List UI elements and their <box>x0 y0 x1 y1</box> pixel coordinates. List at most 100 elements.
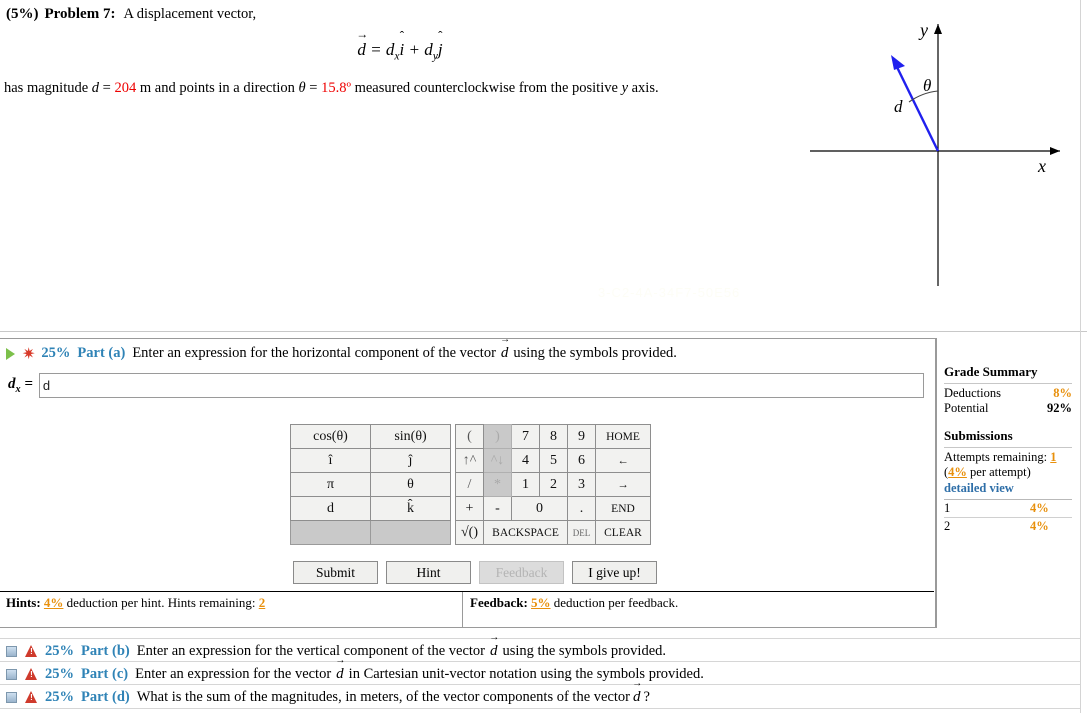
answer-input[interactable] <box>38 373 924 398</box>
figure-x-label: x <box>1037 156 1046 176</box>
key-arrow-right[interactable]: → <box>595 472 651 497</box>
problem-number: Problem 7: <box>44 6 116 22</box>
key-end[interactable]: END <box>595 496 651 521</box>
submission-deduction: 4% <box>1030 499 1072 518</box>
part-d-percent: 25% <box>45 688 74 705</box>
key-9[interactable]: 9 <box>567 424 596 449</box>
part-b-row[interactable]: 25% Part (b) Enter an expression for the… <box>0 640 1080 662</box>
symbol-keypad: cos(θ) sin(θ) î ĵ π θ d k̂ () 7 8 9 HOM… <box>290 424 651 545</box>
key-sqrt[interactable]: √() <box>455 520 484 545</box>
grade-spacer <box>944 416 1072 428</box>
i-hat: i <box>400 40 405 60</box>
feedback-button: Feedback <box>479 561 564 584</box>
key-3[interactable]: 3 <box>567 472 596 497</box>
part-d-row[interactable]: 25% Part (d) What is the sum of the magn… <box>0 686 1080 708</box>
grade-summary-panel: Grade Summary Deductions 8% Potential 92… <box>944 364 1072 535</box>
key-theta[interactable]: θ <box>370 472 451 497</box>
key-5[interactable]: 5 <box>539 448 568 473</box>
key-cos-theta[interactable]: cos(θ) <box>290 424 371 449</box>
keypad-row <box>290 520 451 545</box>
key-power-up[interactable]: ↑^ <box>455 448 484 473</box>
part-c-vector-symbol: d <box>335 666 345 683</box>
watermark-text: 3-C2-4A-34F7-50E56 <box>598 285 741 300</box>
keypad-row: î ĵ <box>290 448 451 473</box>
action-buttons: Submit Hint Feedback I give up! <box>293 561 657 584</box>
line2-equals-2: = <box>309 80 318 96</box>
per-attempt-row: (4% per attempt) <box>944 465 1072 480</box>
expand-square-icon[interactable] <box>6 645 17 657</box>
key-del[interactable]: DEL <box>567 520 596 545</box>
submission-deduction: 4% <box>1030 517 1072 535</box>
key-4[interactable]: 4 <box>511 448 540 473</box>
submit-button[interactable]: Submit <box>293 561 378 584</box>
key-power-down: ^↓ <box>483 448 512 473</box>
key-7[interactable]: 7 <box>511 424 540 449</box>
keypad-row: + - 0 . END <box>455 496 651 521</box>
hints-text: deduction per hint. Hints remaining: <box>66 595 256 610</box>
key-blank-left <box>290 520 371 545</box>
submissions-rule <box>944 447 1072 448</box>
submission-number: 1 <box>944 499 1030 518</box>
key-paren-open[interactable]: ( <box>455 424 484 449</box>
key-minus[interactable]: - <box>483 496 512 521</box>
key-i-hat[interactable]: î <box>290 448 371 473</box>
key-divide[interactable]: / <box>455 472 484 497</box>
key-6[interactable]: 6 <box>567 448 596 473</box>
key-decimal-point[interactable]: . <box>567 496 596 521</box>
key-arrow-left[interactable]: ← <box>595 448 651 473</box>
give-up-button[interactable]: I give up! <box>572 561 657 584</box>
part-a-header: ✷ 25% Part (a) Enter an expression for t… <box>6 345 677 362</box>
key-clear[interactable]: CLEAR <box>595 520 651 545</box>
figure-d-label: d <box>894 97 903 116</box>
potential-value: 92% <box>1047 401 1072 415</box>
line2-mid: m and points in a direction <box>139 80 295 96</box>
submission-number: 2 <box>944 517 1030 535</box>
key-0[interactable]: 0 <box>511 496 568 521</box>
line2-d-symbol: d <box>91 80 100 96</box>
j-hat: j <box>438 40 443 60</box>
part-b-prompt-after: using the symbols provided. <box>502 642 667 659</box>
attempts-label: Attempts remaining: <box>944 450 1048 464</box>
per-attempt-text: per attempt) <box>970 465 1031 479</box>
key-paren-close: ) <box>483 424 512 449</box>
key-backspace[interactable]: BACKSPACE <box>483 520 568 545</box>
warning-triangle-icon <box>25 668 38 681</box>
part-c-percent: 25% <box>45 665 74 682</box>
feedback-text: deduction per feedback. <box>553 595 679 610</box>
figure-y-label: y <box>918 20 928 40</box>
part-c-row[interactable]: 25% Part (c) Enter an expression for the… <box>0 663 1080 685</box>
hint-button[interactable]: Hint <box>386 561 471 584</box>
expand-square-icon[interactable] <box>6 691 17 703</box>
attempts-value: 1 <box>1050 450 1057 464</box>
expand-square-icon[interactable] <box>6 668 17 680</box>
key-1[interactable]: 1 <box>511 472 540 497</box>
part-a-prompt-after: using the symbols provided. <box>513 345 677 361</box>
key-home[interactable]: HOME <box>595 424 651 449</box>
problem-statement-line2: has magnitude d = 204 m and points in a … <box>4 80 659 97</box>
key-sin-theta[interactable]: sin(θ) <box>370 424 451 449</box>
line2-pre: has magnitude <box>4 80 89 96</box>
line2-end: axis. <box>631 80 659 96</box>
detailed-view-link[interactable]: detailed view <box>944 481 1072 496</box>
hints-label: Hints: <box>6 595 41 610</box>
expand-triangle-icon[interactable] <box>6 347 15 360</box>
equation-plus: + <box>408 40 420 59</box>
keypad-symbols: cos(θ) sin(θ) î ĵ π θ d k̂ <box>290 424 451 545</box>
key-k-hat[interactable]: k̂ <box>370 496 451 521</box>
key-8[interactable]: 8 <box>539 424 568 449</box>
equation-dx: dx <box>385 40 400 63</box>
hints-remaining-count: 2 <box>258 595 266 610</box>
keypad-row: π θ <box>290 472 451 497</box>
part-d-prompt-before: What is the sum of the magnitudes, in me… <box>136 688 630 705</box>
deductions-row: Deductions 8% <box>944 386 1072 401</box>
key-j-hat[interactable]: ĵ <box>370 448 451 473</box>
key-plus[interactable]: + <box>455 496 484 521</box>
part-c-prompt-after: in Cartesian unit-vector notation using … <box>348 665 704 682</box>
part-a-panel: ✷ 25% Part (a) Enter an expression for t… <box>0 338 936 628</box>
grade-panel-divider <box>936 338 937 628</box>
key-pi[interactable]: π <box>290 472 371 497</box>
key-d[interactable]: d <box>290 496 371 521</box>
line2-axis: y <box>621 80 628 96</box>
key-multiply: * <box>483 472 512 497</box>
key-2[interactable]: 2 <box>539 472 568 497</box>
